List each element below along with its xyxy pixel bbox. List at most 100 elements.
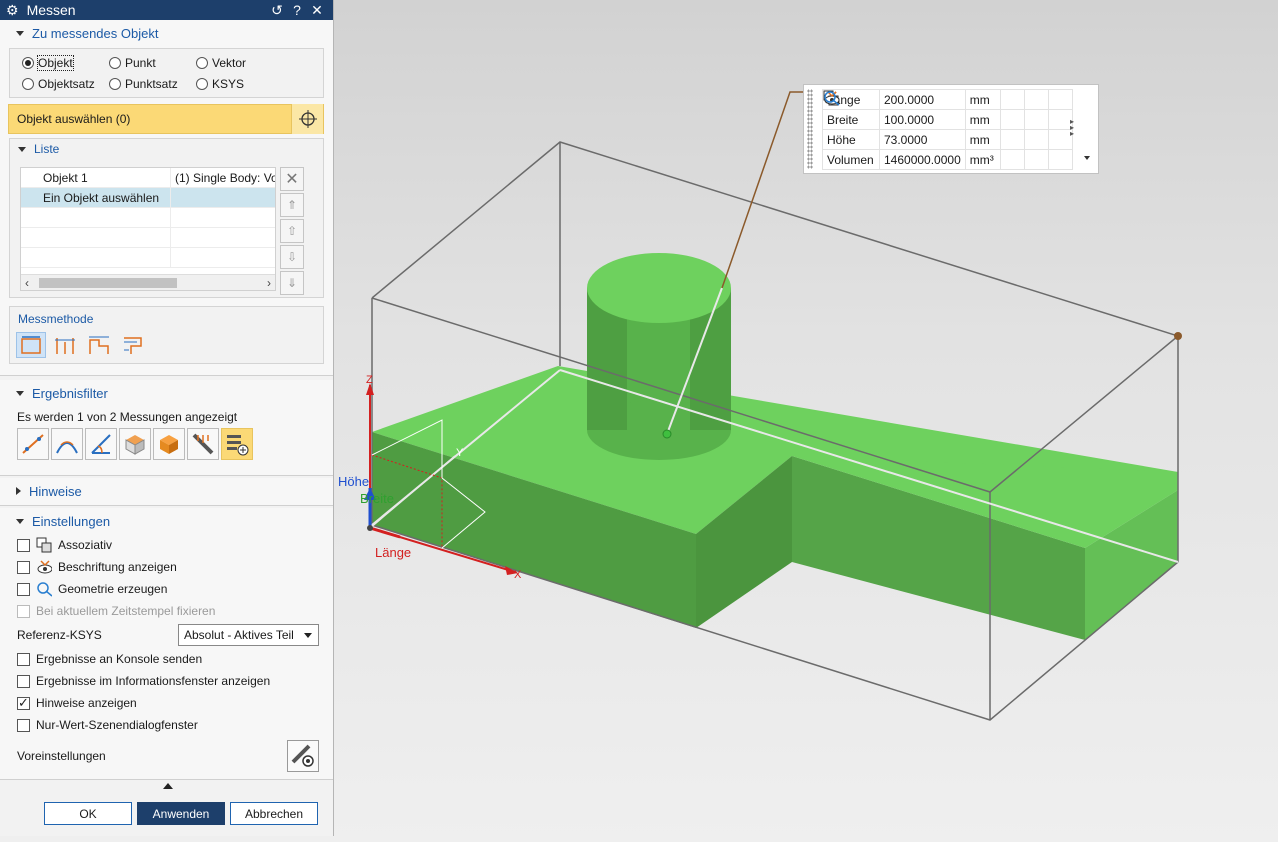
measurement-value[interactable]: 200.0000 [879,89,966,110]
measurement-value[interactable]: 100.0000 [879,109,966,130]
measure-dialog: ⚙ Messen ↺ ? ✕ Zu messendes Objekt Objek… [0,0,334,836]
checkbox[interactable] [17,718,30,732]
checkbox[interactable] [17,695,30,711]
cancel-button[interactable]: Abbrechen [230,802,318,825]
radio-label: Vektor [212,56,247,70]
area-icon[interactable] [119,428,151,460]
reference-csys-label: Referenz-KSYS [17,628,102,642]
ok-button[interactable]: OK [44,802,132,825]
parallel-dimension-icon[interactable] [50,332,80,358]
measurement-value[interactable]: 73.0000 [879,129,966,150]
drag-grip[interactable] [807,89,813,169]
checkbox [17,604,30,618]
center-point [662,429,672,439]
chevron-right-icon[interactable]: › [267,275,271,290]
checkbox[interactable] [17,652,30,666]
list-item-value [171,188,275,207]
radio-objektsatz[interactable]: Objektsatz [22,77,95,91]
ruler-gear-icon[interactable] [287,740,319,772]
help-icon[interactable]: ? [287,2,307,18]
radio-vektor[interactable]: Vektor [196,56,246,70]
associative-icon[interactable] [823,90,1025,150]
radio-ksys[interactable]: KSYS [196,77,244,91]
option-label: Beschriftung anzeigen [58,560,177,574]
option-konsole[interactable]: Ergebnisse an Konsole senden [0,648,333,670]
callout-leader [721,91,805,289]
ordinate-dimension-icon[interactable] [118,332,148,358]
section-title: Einstellungen [32,513,111,529]
angle-icon[interactable] [51,428,83,460]
volume-icon[interactable] [153,428,185,460]
option-hinweise-anzeigen[interactable]: Hinweise anzeigen [0,692,333,714]
radio-dot[interactable] [109,57,121,69]
checkbox[interactable] [17,560,30,574]
checkbox[interactable] [17,582,30,596]
box-dimension-icon[interactable] [16,332,46,358]
radio-punkt[interactable]: Punkt [109,56,156,70]
distance-icon[interactable] [17,428,49,460]
filter-section-header[interactable]: Ergebnisfilter [0,380,333,406]
option-assoziativ[interactable]: Assoziativ [0,534,333,556]
expand-arrows-icon[interactable]: ▸ ▸ ▸ [1070,118,1074,138]
scrollbar-thumb[interactable] [39,278,177,288]
radio-punktsatz[interactable]: Punktsatz [109,77,178,91]
reference-csys-select[interactable]: Absolut - Aktives Teil [178,624,319,646]
chevron-left-icon[interactable]: ‹ [25,275,29,290]
radio-objekt[interactable]: Objekt [22,55,74,71]
option-beschriftung[interactable]: Beschriftung anzeigen [0,556,333,578]
measurement-table: Länge 200.0000 mm Breite 100.0000 mm Höh… [822,89,1073,170]
delete-icon[interactable]: ✕ [280,167,304,191]
gear-icon: ⚙ [6,1,19,18]
checkbox[interactable] [17,674,30,688]
list-add-icon[interactable] [221,428,253,460]
option-nur-wert[interactable]: Nur-Wert-Szenendialogfenster [0,714,333,736]
associative-icon[interactable] [823,89,1025,110]
cylinder-top [587,253,731,323]
dialog-titlebar[interactable]: ⚙ Messen ↺ ? ✕ [0,0,333,20]
measurement-value[interactable]: 1460000.0000 [879,149,966,170]
radio-dot[interactable] [196,78,208,90]
object-section-header[interactable]: Zu messendes Objekt [0,20,333,46]
move-top-icon[interactable]: ⇑ [280,193,304,217]
hints-section-header[interactable]: Hinweise [0,478,333,504]
list-item-name: Ein Objekt auswählen [21,188,171,207]
radio-dot[interactable] [109,78,121,90]
option-label: Assoziativ [58,538,113,552]
horizontal-scrollbar[interactable]: ‹ › [21,274,275,290]
option-label: Nur-Wert-Szenendialogfenster [36,718,198,732]
collapse-dialog-button[interactable] [8,778,328,794]
move-bottom-icon[interactable]: ⇓ [280,271,304,295]
select-object-row[interactable]: Objekt auswählen (0) [8,104,324,134]
crosshair-icon[interactable] [291,104,323,134]
chevron-down-icon[interactable] [1084,156,1090,160]
annotation-icon[interactable] [824,89,1049,110]
settings-section-header[interactable]: Einstellungen [0,508,333,534]
option-geometrie[interactable]: Geometrie erzeugen [0,578,333,600]
angle-vector-icon[interactable] [85,428,117,460]
measurement-unit: mm [964,89,1001,110]
radio-dot[interactable] [22,78,34,90]
move-up-icon[interactable]: ⇧ [280,219,304,243]
annotation-icon[interactable] [824,90,1049,170]
object-list[interactable]: Objekt 1 (1) Single Body: Vol Ein Objekt… [20,167,276,291]
radio-dot[interactable] [196,57,208,69]
move-down-icon[interactable]: ⇩ [280,245,304,269]
ruler-icon[interactable] [187,428,219,460]
option-informationsfenster[interactable]: Ergebnisse im Informationsfenster anzeig… [0,670,333,692]
associative-icon[interactable] [823,90,1025,130]
radio-dot[interactable] [22,57,34,69]
list-header[interactable]: Liste [10,139,323,159]
list-item[interactable]: Ein Objekt auswählen [21,188,275,208]
associative-icon[interactable] [823,90,1025,170]
checkbox[interactable] [17,538,30,552]
chain-dimension-icon[interactable] [84,332,114,358]
annotation-icon[interactable] [824,90,1049,130]
apply-button[interactable]: Anwenden [137,802,225,825]
geometry-icon[interactable] [823,90,1073,170]
reset-icon[interactable]: ↺ [267,2,287,19]
measurement-callout[interactable]: Länge 200.0000 mm Breite 100.0000 mm Höh… [803,84,1099,174]
annotation-icon[interactable] [824,90,1049,150]
object-section: Zu messendes Objekt Objekt Punkt Vektor … [0,20,333,376]
list-item[interactable]: Objekt 1 (1) Single Body: Vol [21,168,275,188]
close-icon[interactable]: ✕ [307,2,327,19]
